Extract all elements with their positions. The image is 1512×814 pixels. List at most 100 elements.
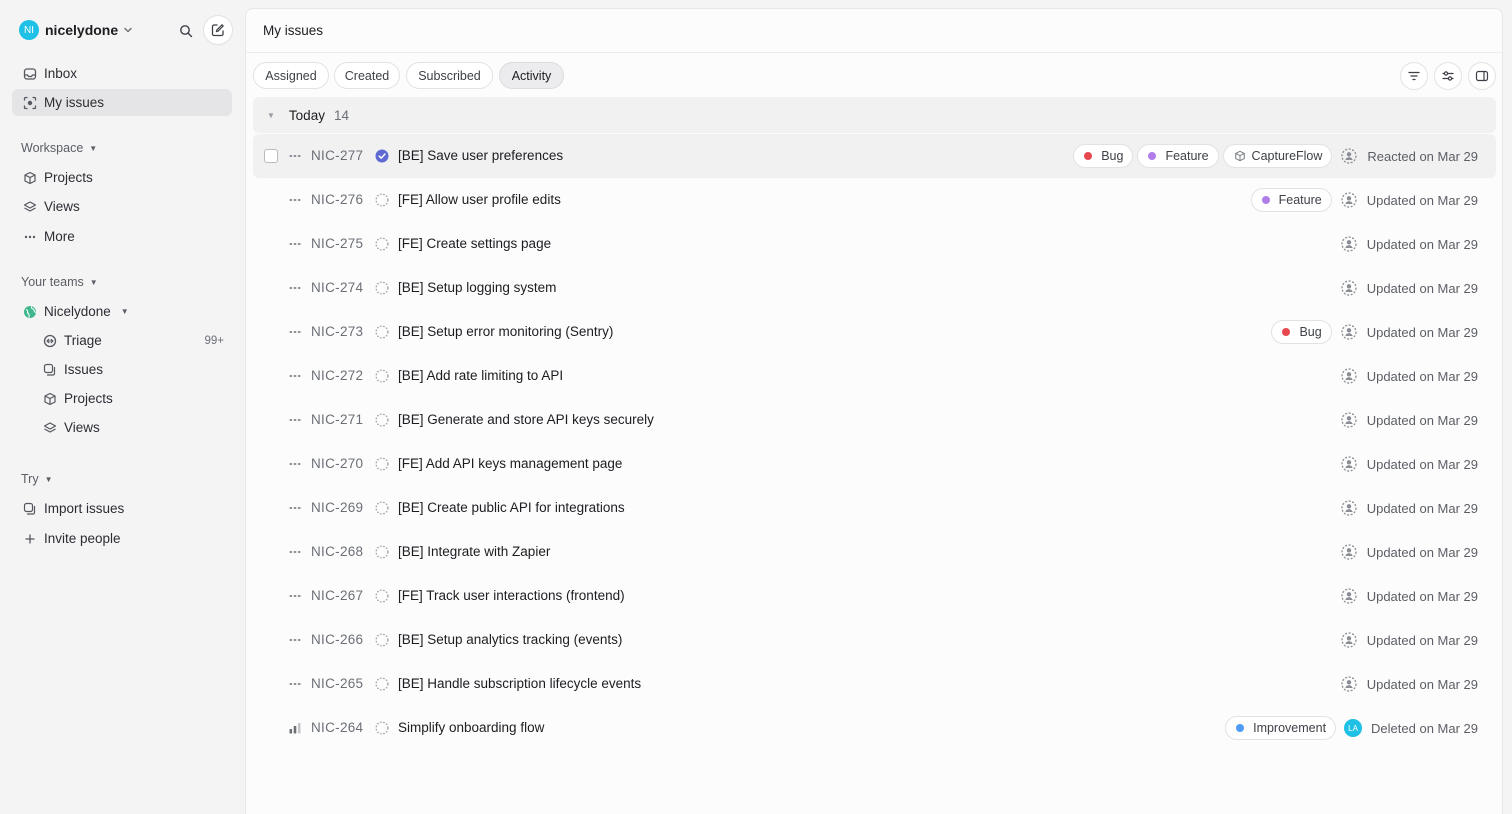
table-row[interactable]: NIC-264 Simplify onboarding flow Improveme… xyxy=(253,706,1496,750)
activity-text: Updated on Mar 29 xyxy=(1366,280,1478,296)
unassigned-avatar-icon[interactable] xyxy=(1340,191,1358,209)
sidebar-item-team-projects[interactable]: Projects xyxy=(32,385,232,412)
status-backlog-icon[interactable] xyxy=(375,633,389,647)
priority-none-icon[interactable] xyxy=(287,281,303,295)
workspace-section-toggle[interactable]: Workspace ▼ xyxy=(21,141,97,155)
label-chip[interactable]: Feature xyxy=(1250,188,1332,212)
row-meta: Updated on Mar 29 xyxy=(1336,222,1478,266)
status-backlog-icon[interactable] xyxy=(375,545,389,559)
priority-none-icon[interactable] xyxy=(287,545,303,559)
issue-id: NIC-269 xyxy=(311,500,364,515)
tab-subscribed[interactable]: Subscribed xyxy=(406,62,493,89)
unassigned-avatar-icon[interactable] xyxy=(1340,675,1358,693)
sidebar-item-invite-people[interactable]: Invite people xyxy=(12,525,232,552)
priority-medium-icon[interactable] xyxy=(287,721,303,735)
table-row[interactable]: NIC-269 [BE] Create public API for integr… xyxy=(253,486,1496,530)
status-backlog-icon[interactable] xyxy=(375,501,389,515)
status-backlog-icon[interactable] xyxy=(375,281,389,295)
label-chip[interactable]: Feature xyxy=(1137,144,1219,168)
priority-none-icon[interactable] xyxy=(287,501,303,515)
sidebar-item-more[interactable]: More xyxy=(12,223,232,250)
tab-activity[interactable]: Activity xyxy=(499,62,564,89)
status-backlog-icon[interactable] xyxy=(375,237,389,251)
table-row[interactable]: NIC-268 [BE] Integrate with Zapier Updated… xyxy=(253,530,1496,574)
sidebar-item-team-nicelydone[interactable]: Nicelydone ▼ xyxy=(12,298,232,325)
unassigned-avatar-icon[interactable] xyxy=(1340,587,1358,605)
table-row[interactable]: NIC-274 [BE] Setup logging system Updated … xyxy=(253,266,1496,310)
triage-icon xyxy=(42,333,58,349)
status-backlog-icon[interactable] xyxy=(375,193,389,207)
table-row[interactable]: NIC-275 [FE] Create settings page Updated … xyxy=(253,222,1496,266)
unassigned-avatar-icon[interactable] xyxy=(1340,147,1358,165)
new-issue-button[interactable] xyxy=(204,16,232,44)
sidebar-item-issues[interactable]: Issues xyxy=(32,356,232,383)
unassigned-avatar-icon[interactable] xyxy=(1340,499,1358,517)
priority-none-icon[interactable] xyxy=(287,457,303,471)
unassigned-avatar-icon[interactable] xyxy=(1340,279,1358,297)
status-backlog-icon[interactable] xyxy=(375,325,389,339)
status-backlog-icon[interactable] xyxy=(375,413,389,427)
row-checkbox[interactable] xyxy=(264,149,278,163)
toggle-sidebar-panel-button[interactable] xyxy=(1468,62,1496,90)
label-chip[interactable]: Bug xyxy=(1271,320,1332,344)
priority-none-icon[interactable] xyxy=(287,193,303,207)
sidebar-item-my-issues[interactable]: My issues xyxy=(12,89,232,116)
unassigned-avatar-icon[interactable] xyxy=(1340,323,1358,341)
unassigned-avatar-icon[interactable] xyxy=(1340,543,1358,561)
table-row[interactable]: NIC-265 [BE] Handle subscription lifecycl… xyxy=(253,662,1496,706)
tab-assigned[interactable]: Assigned xyxy=(253,62,329,89)
priority-none-icon[interactable] xyxy=(287,325,303,339)
sidebar-item-triage[interactable]: Triage 99+ xyxy=(32,327,232,354)
display-options-button[interactable] xyxy=(1434,62,1462,90)
project-chip[interactable]: CaptureFlow xyxy=(1222,144,1333,168)
sidebar-item-inbox[interactable]: Inbox xyxy=(12,60,232,87)
workspace-switcher[interactable]: NI nicelydone xyxy=(19,20,133,40)
priority-none-icon[interactable] xyxy=(287,677,303,691)
priority-none-icon[interactable] xyxy=(287,589,303,603)
status-backlog-icon[interactable] xyxy=(375,721,389,735)
status-done-icon[interactable] xyxy=(375,149,389,163)
status-backlog-icon[interactable] xyxy=(375,589,389,603)
table-row[interactable]: NIC-271 [BE] Generate and store API keys … xyxy=(253,398,1496,442)
unassigned-avatar-icon[interactable] xyxy=(1340,455,1358,473)
unassigned-avatar-icon[interactable] xyxy=(1340,631,1358,649)
group-header-today[interactable]: ▼ Today 14 xyxy=(253,97,1496,133)
status-backlog-icon[interactable] xyxy=(375,457,389,471)
tab-created[interactable]: Created xyxy=(334,62,400,89)
label-chip[interactable]: Bug xyxy=(1073,144,1134,168)
try-section-toggle[interactable]: Try ▼ xyxy=(21,472,53,486)
sidebar-item-projects[interactable]: Projects xyxy=(12,164,232,191)
table-row[interactable]: NIC-270 [FE] Add API keys management page… xyxy=(253,442,1496,486)
assignee-avatar[interactable]: LA xyxy=(1344,719,1363,737)
sidebar-item-team-views[interactable]: Views xyxy=(32,414,232,441)
row-meta: Feature Updated on Mar 29 xyxy=(1250,178,1478,222)
section-label: Your teams xyxy=(21,275,84,289)
priority-none-icon[interactable] xyxy=(287,633,303,647)
filter-button[interactable] xyxy=(1400,62,1428,90)
priority-none-icon[interactable] xyxy=(287,369,303,383)
table-row[interactable]: NIC-277 [BE] Save user preferences Bug Feat… xyxy=(253,134,1496,178)
status-backlog-icon[interactable] xyxy=(375,369,389,383)
status-backlog-icon[interactable] xyxy=(375,677,389,691)
sidebar-item-views[interactable]: Views xyxy=(12,193,232,220)
unassigned-avatar-icon[interactable] xyxy=(1340,411,1358,429)
compose-icon xyxy=(211,24,224,37)
filter-icon xyxy=(1408,71,1420,81)
activity-text: Updated on Mar 29 xyxy=(1366,676,1478,692)
table-row[interactable]: NIC-276 [FE] Allow user profile edits Feat… xyxy=(253,178,1496,222)
priority-none-icon[interactable] xyxy=(287,149,303,163)
table-row[interactable]: NIC-273 [BE] Setup error monitoring (Sent… xyxy=(253,310,1496,354)
priority-none-icon[interactable] xyxy=(287,413,303,427)
sidebar-item-label: Nicelydone xyxy=(44,304,111,319)
table-row[interactable]: NIC-266 [BE] Setup analytics tracking (ev… xyxy=(253,618,1496,662)
table-row[interactable]: NIC-272 [BE] Add rate limiting to API Upda… xyxy=(253,354,1496,398)
unassigned-avatar-icon[interactable] xyxy=(1340,235,1358,253)
priority-none-icon[interactable] xyxy=(287,237,303,251)
sidebar-item-import-issues[interactable]: Import issues xyxy=(12,495,232,522)
table-row[interactable]: NIC-267 [FE] Track user interactions (fro… xyxy=(253,574,1496,618)
issues-icon xyxy=(42,362,58,378)
search-button[interactable] xyxy=(176,21,196,41)
unassigned-avatar-icon[interactable] xyxy=(1340,367,1358,385)
label-chip[interactable]: Improvement xyxy=(1225,716,1337,740)
teams-section-toggle[interactable]: Your teams ▼ xyxy=(21,275,98,289)
